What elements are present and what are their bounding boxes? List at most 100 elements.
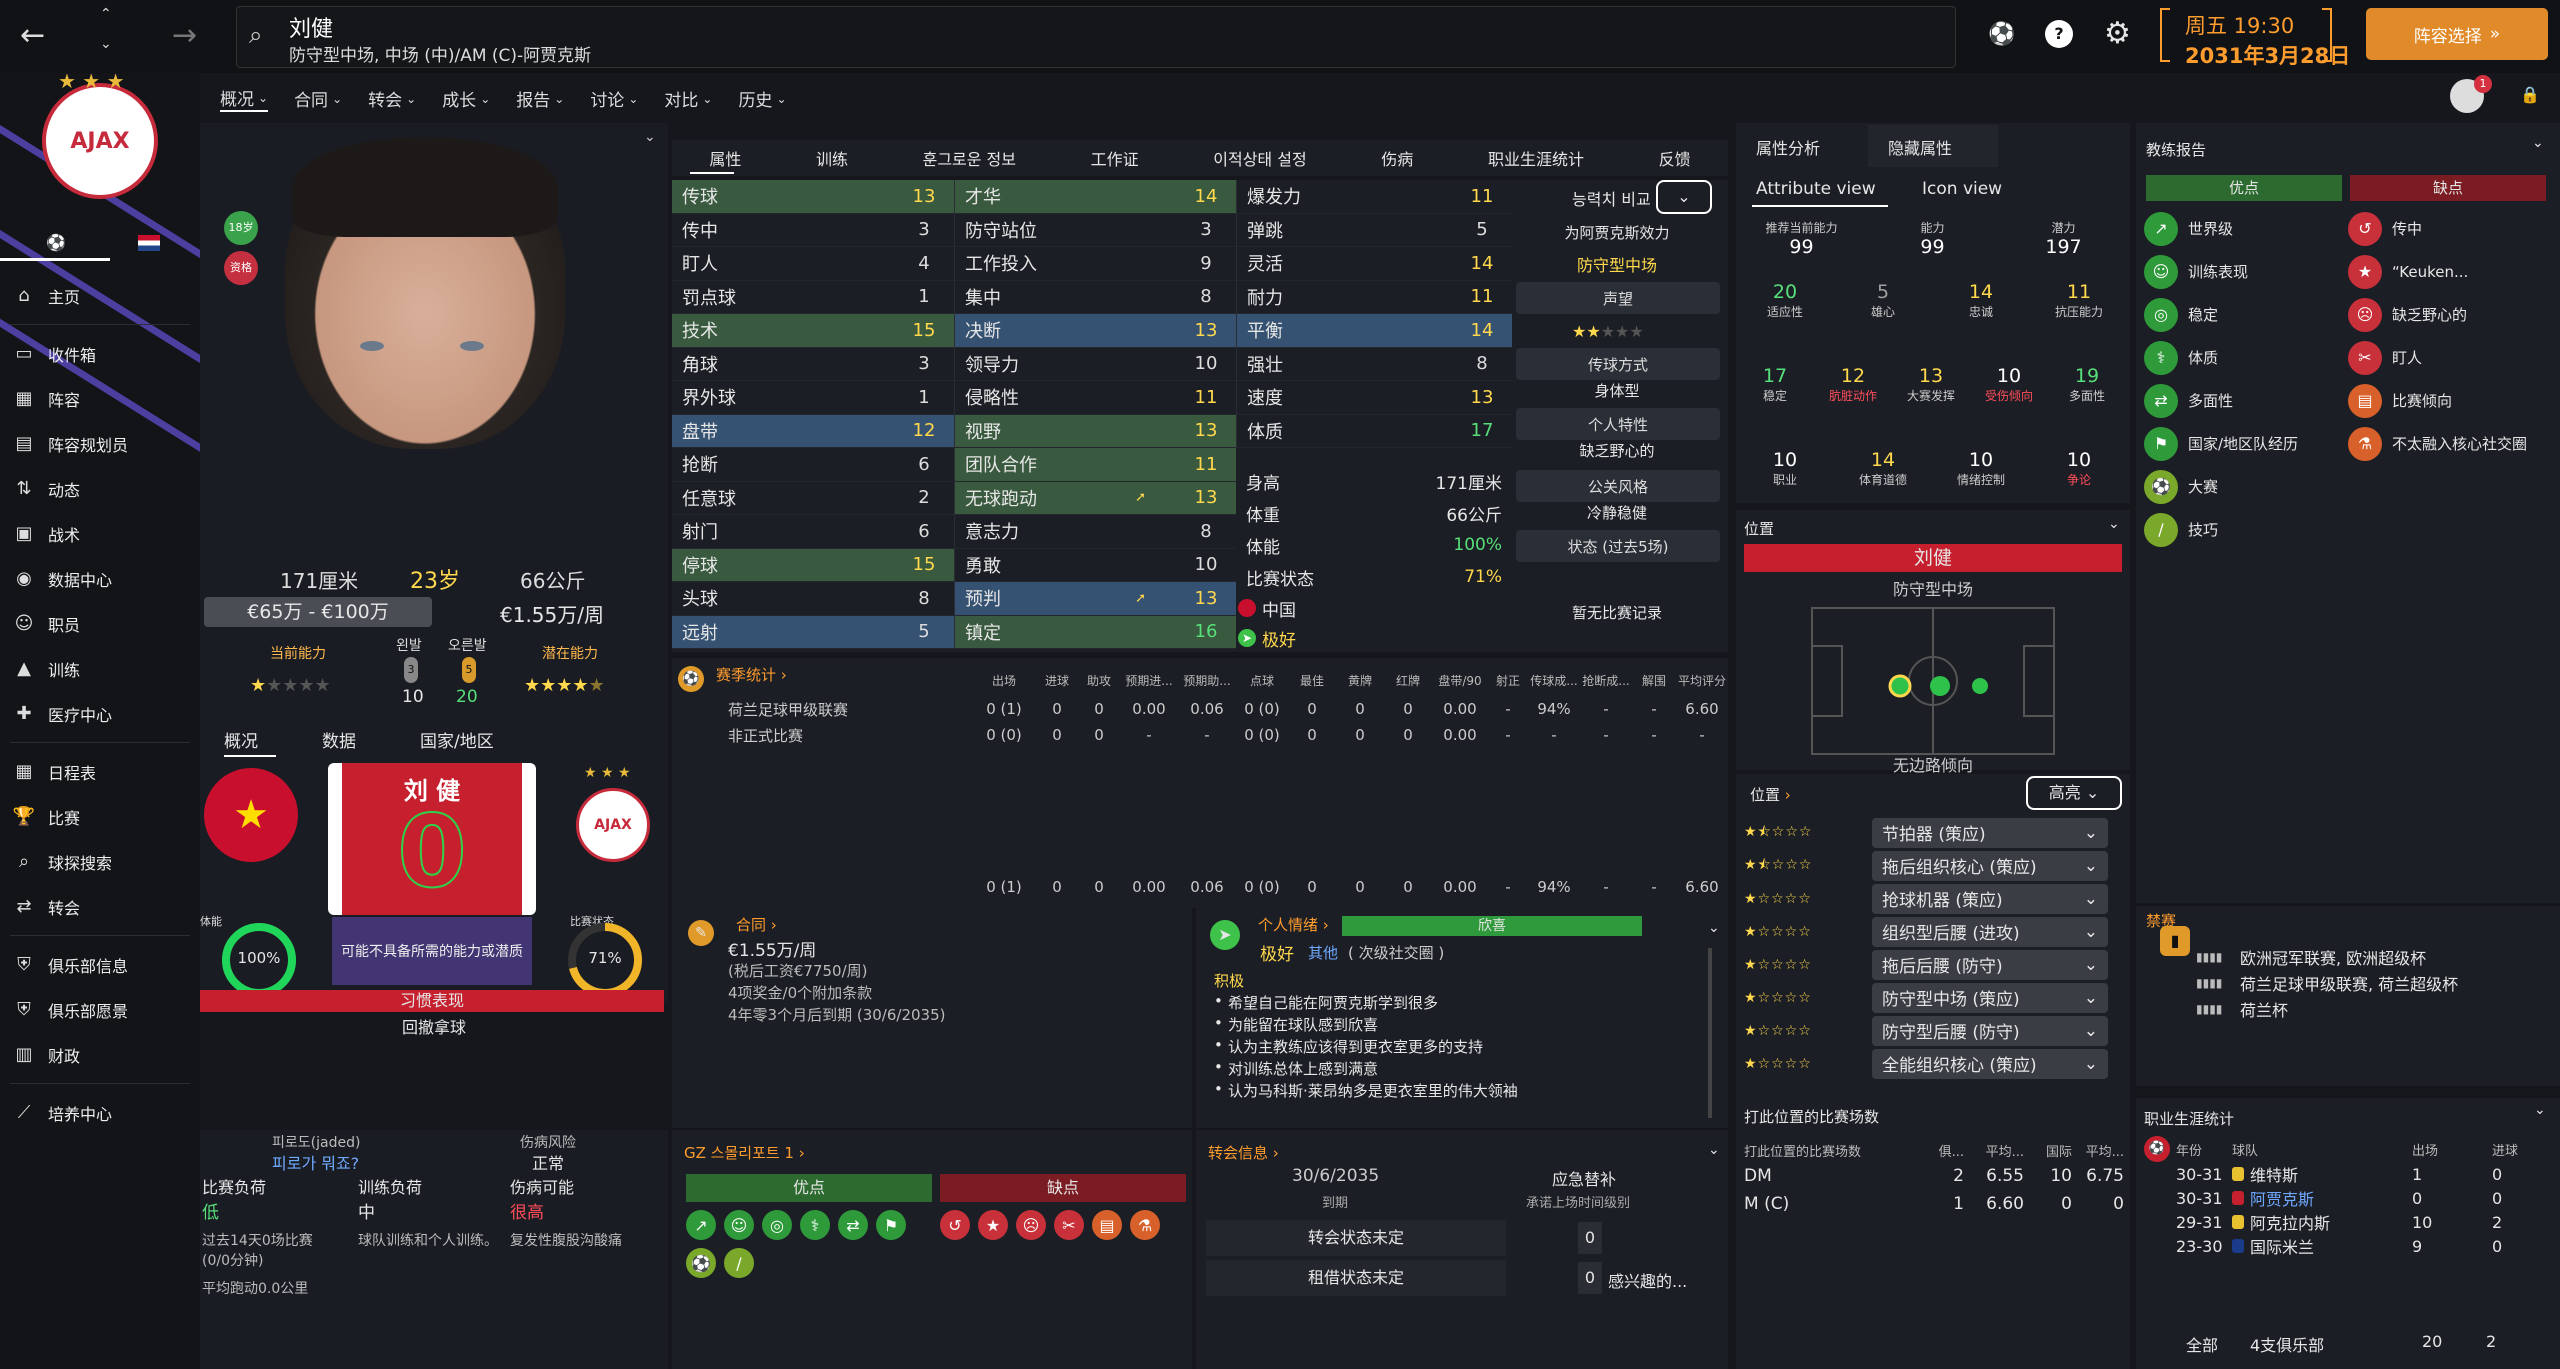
attribute-tab[interactable]: 工作证	[1091, 146, 1139, 170]
stats-column-header[interactable]: 进球	[1036, 672, 1078, 689]
hidden-attr[interactable]: 10 情绪控制	[1932, 449, 2030, 488]
attribute-row[interactable]: 盯人 4	[672, 247, 954, 281]
role-row[interactable]: ★☆☆☆☆ 防守型中场 (策应) ⌄	[1744, 981, 2122, 1014]
hidden-attr[interactable]: 14 忠诚	[1932, 281, 2030, 320]
career-club[interactable]: 国际米兰	[2232, 1234, 2412, 1258]
hidden-attr[interactable]: 14 体育道德	[1834, 449, 1932, 488]
menu-item[interactable]: 成长 ⌄	[442, 85, 490, 112]
coach-con-item[interactable]: ✂ 盯人	[2348, 336, 2558, 379]
personal-other[interactable]: 其他	[1308, 942, 1338, 963]
attribute-row[interactable]: 任意球 2	[672, 482, 954, 515]
attribute-row[interactable]: 决断 13	[955, 314, 1236, 348]
squad-select-button[interactable]: 阵容选择 »	[2366, 8, 2548, 60]
attribute-row[interactable]: 团队合作 11	[955, 448, 1236, 482]
attribute-tab[interactable]: 이적상태 설정	[1213, 146, 1306, 170]
career-row[interactable]: 30-31 阿贾克斯 0 0	[2176, 1186, 2556, 1210]
menu-item[interactable]: 合同 ⌄	[294, 85, 342, 112]
scout-report-title[interactable]: GZ 스몰리포트 1 ›	[684, 1142, 805, 1163]
sidebar-item[interactable]: ⌕ 球探搜索	[0, 839, 200, 884]
chevron-down-icon[interactable]: ⌄	[644, 129, 656, 145]
role-row[interactable]: ★⯪☆☆☆ 拖后组织核心 (策应) ⌄	[1744, 849, 2122, 882]
pos-matches-row[interactable]: DM 2 6.55 10 6.75	[1744, 1162, 2124, 1190]
hidden-attr[interactable]: 5 雄心	[1834, 281, 1932, 320]
hidden-attr[interactable]: 19 多面性	[2048, 365, 2126, 404]
attribute-row[interactable]: 工作投入 9	[955, 247, 1236, 281]
chevron-down-icon[interactable]: ⌄	[2534, 1102, 2546, 1118]
back-arrow-icon[interactable]: ←	[20, 18, 45, 53]
pos-matches-col[interactable]: 俱...	[1914, 1141, 1964, 1160]
hidden-attr[interactable]: 13 大赛发挥	[1892, 365, 1970, 404]
sidebar-item[interactable]: ⇄ 转会	[0, 884, 200, 929]
help-icon[interactable]: ?	[2045, 20, 2073, 48]
career-club[interactable]: 阿贾克斯	[2232, 1186, 2412, 1210]
sidebar-item[interactable]: ◉ 数据中心	[0, 556, 200, 601]
role-dropdown[interactable]: 抢球机器 (策应) ⌄	[1872, 883, 2108, 914]
coach-pro-item[interactable]: / 技巧	[2144, 508, 2344, 551]
role-dropdown[interactable]: 防守型中场 (策应) ⌄	[1872, 982, 2108, 1013]
attribute-row[interactable]: 头球 8	[672, 582, 954, 616]
attribute-row[interactable]: 爆发力 11	[1237, 180, 1512, 214]
overview-tab[interactable]: 数据	[322, 727, 356, 752]
career-col[interactable]: 年份	[2176, 1140, 2232, 1159]
career-club[interactable]: 维特斯	[2232, 1162, 2412, 1186]
attribute-row[interactable]: 体质 17	[1237, 415, 1512, 448]
pos-matches-col[interactable]: 平均...	[1964, 1141, 2024, 1160]
attribute-row[interactable]: 勇敢 10	[955, 549, 1236, 582]
attribute-tab[interactable]: 反馈	[1659, 146, 1691, 170]
attribute-row[interactable]: 远射 5	[672, 615, 954, 649]
sidebar-item[interactable]: ✚ 医疗中心	[0, 691, 200, 736]
stats-column-header[interactable]: 红牌	[1384, 672, 1432, 689]
role-row[interactable]: ★☆☆☆☆ 抢球机器 (策应) ⌄	[1744, 882, 2122, 915]
attribute-row[interactable]: 防守站位 3	[955, 214, 1236, 247]
career-col[interactable]: 球队	[2232, 1140, 2412, 1159]
role-dropdown[interactable]: 拖后组织核心 (策应) ⌄	[1872, 850, 2108, 881]
chevron-up-icon[interactable]: ⌃	[100, 6, 112, 22]
interest-label[interactable]: 感兴趣的...	[1608, 1268, 1687, 1292]
attribute-row[interactable]: 意志力 8	[955, 515, 1236, 549]
stats-row[interactable]: 荷兰足球甲级联赛 0 (1) 0 0 0.00 0.06 0 (0) 0 0 0 0.00 - 94% -…	[728, 696, 1728, 722]
hidden-attr[interactable]: 10 受伤倾向	[1970, 365, 2048, 404]
lock-icon[interactable]: 🔒	[2520, 85, 2540, 104]
coach-pro-item[interactable]: ⚑ 国家/地区队经历	[2144, 422, 2344, 465]
stats-column-header[interactable]: 盘带/90	[1432, 672, 1488, 689]
right-tab-analysis[interactable]: 属性分析	[1756, 135, 1820, 159]
sidebar-item[interactable]: ▲ 训练	[0, 646, 200, 691]
hidden-attr[interactable]: 17 稳定	[1736, 365, 1814, 404]
coach-con-item[interactable]: ☹ 缺乏野心的	[2348, 293, 2558, 336]
stats-column-header[interactable]: 平均评分	[1676, 672, 1728, 689]
hidden-attr[interactable]: 20 适应性	[1736, 281, 1834, 320]
attribute-row[interactable]: 弹跳 5	[1237, 214, 1512, 247]
coach-con-item[interactable]: ★ “Keuken...	[2348, 250, 2558, 293]
hidden-attr[interactable]: 10 争论	[2030, 449, 2128, 488]
attribute-tab[interactable]: 훈그로운 정보	[923, 146, 1016, 170]
menu-item[interactable]: 报告 ⌄	[516, 85, 564, 112]
menu-item[interactable]: 对比 ⌄	[664, 85, 712, 112]
attribute-row[interactable]: 才华 14	[955, 180, 1236, 214]
attribute-row[interactable]: 预判 ➚ 13	[955, 582, 1236, 616]
compare-dropdown[interactable]: ⌄	[1656, 180, 1712, 214]
transfer-info-title[interactable]: 转会信息 ›	[1208, 1142, 1279, 1163]
role-dropdown[interactable]: 节拍器 (策应) ⌄	[1872, 817, 2108, 848]
personal-title[interactable]: 个人情绪 ›	[1258, 914, 1329, 935]
menu-item[interactable]: 转会 ⌄	[368, 85, 416, 112]
stats-column-header[interactable]: 最佳	[1288, 672, 1336, 689]
sidebar-item[interactable]: ▭ 收件箱	[0, 331, 200, 376]
chevron-down-icon[interactable]: ⌄	[2532, 135, 2544, 151]
coach-pro-item[interactable]: ⚽ 大赛	[2144, 465, 2344, 508]
role-row[interactable]: ★☆☆☆☆ 拖后后腰 (防守) ⌄	[1744, 948, 2122, 981]
stats-column-header[interactable]: 传球成...	[1528, 672, 1580, 689]
attribute-row[interactable]: 技术 15	[672, 314, 954, 348]
career-col[interactable]: 出场	[2412, 1140, 2492, 1159]
sidebar-item[interactable]: 🏆 比赛	[0, 794, 200, 839]
attribute-row[interactable]: 抢断 6	[672, 448, 954, 482]
right-tab-hidden[interactable]: 隐藏属性	[1888, 135, 1952, 159]
career-club[interactable]: 阿克拉内斯	[2232, 1210, 2412, 1234]
stats-column-header[interactable]: 预期进...	[1120, 672, 1178, 689]
pos-matches-col[interactable]: 平均...	[2072, 1141, 2124, 1160]
role-dropdown[interactable]: 全能组织核心 (策应) ⌄	[1872, 1048, 2108, 1079]
attribute-row[interactable]: 传中 3	[672, 214, 954, 247]
stats-column-header[interactable]: 射正	[1488, 672, 1528, 689]
sidebar-item[interactable]: ▥ 财政	[0, 1032, 200, 1077]
role-row[interactable]: ★☆☆☆☆ 组织型后腰 (进攻) ⌄	[1744, 915, 2122, 948]
chevron-down-icon[interactable]: ⌄	[1708, 1142, 1720, 1158]
